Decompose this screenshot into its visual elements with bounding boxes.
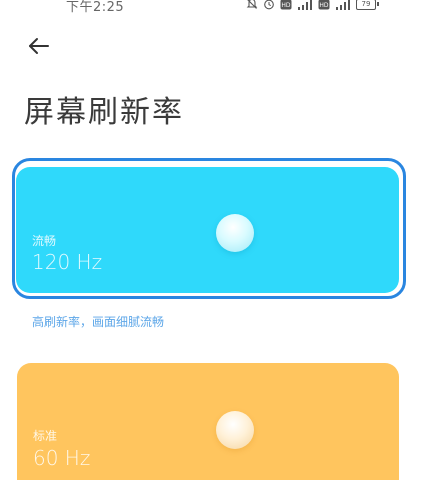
status-time: 下午2:25 (66, 0, 125, 15)
option-value: 120 Hz (32, 250, 103, 274)
option-value: 60 Hz (33, 446, 91, 470)
screen: 下午2:25 HD HD 79 屏幕刷新率 流畅 120 Hz 高刷新率，画面细… (0, 0, 434, 480)
back-button[interactable] (26, 34, 52, 58)
option-label: 流畅 (32, 234, 57, 248)
bubble-icon (216, 214, 254, 252)
alarm-icon (263, 0, 275, 10)
signal-icon (297, 0, 313, 10)
battery-level: 79 (356, 0, 376, 10)
signal-icon (335, 0, 351, 10)
status-icons: HD HD 79 (246, 0, 379, 11)
svg-text:HD: HD (281, 2, 291, 9)
arrow-left-icon (29, 38, 49, 54)
battery-icon: 79 (356, 0, 379, 10)
hd-icon: HD (280, 0, 292, 10)
mute-icon (246, 0, 258, 10)
status-bar: 下午2:25 HD HD 79 (0, 0, 434, 18)
refresh-option-60hz[interactable]: 标准 60 Hz (17, 363, 399, 480)
svg-text:HD: HD (319, 2, 329, 9)
option-description: 高刷新率，画面细腻流畅 (32, 315, 165, 329)
bubble-icon (216, 411, 254, 449)
hd-icon: HD (318, 0, 330, 10)
refresh-option-120hz[interactable]: 流畅 120 Hz (16, 167, 399, 293)
page-title: 屏幕刷新率 (24, 95, 184, 130)
option-label: 标准 (33, 429, 58, 443)
